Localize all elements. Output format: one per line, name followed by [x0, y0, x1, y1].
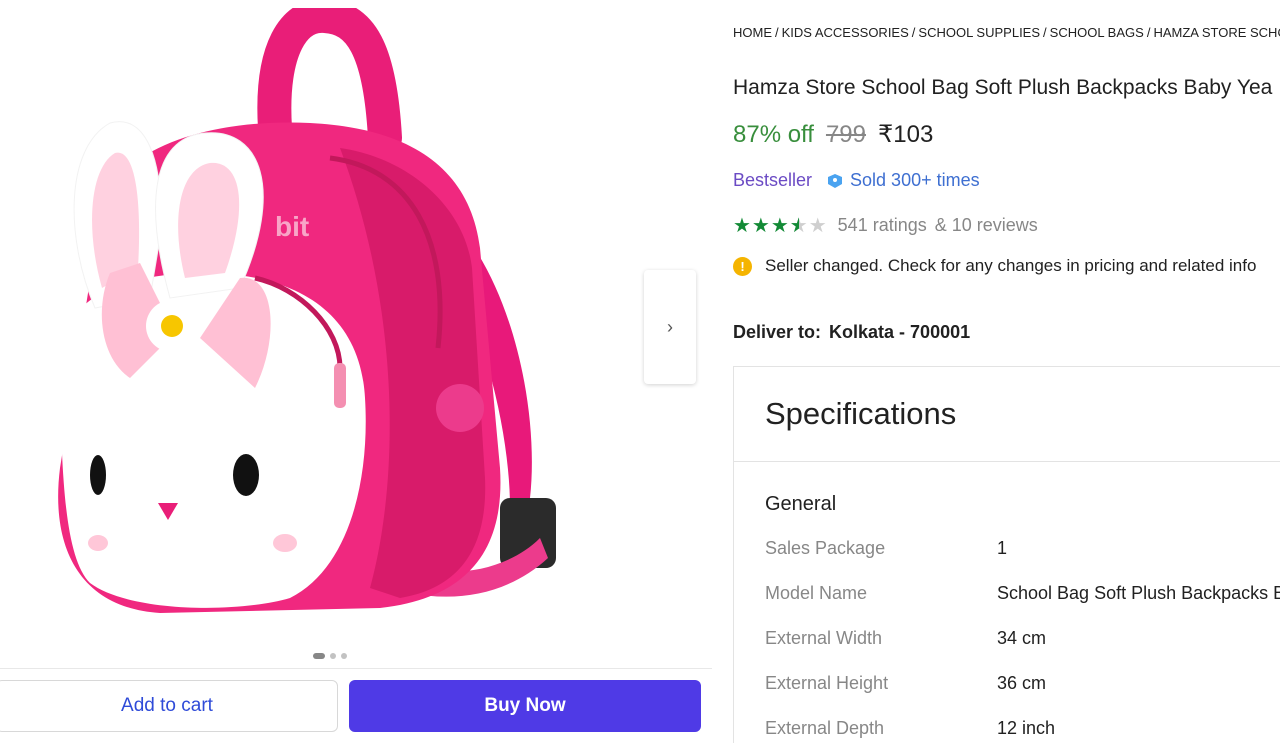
spec-key: Model Name — [765, 583, 868, 603]
deliver-location-value: Kolkata - 700001 — [829, 322, 971, 342]
sold-count-badge: Sold 300+ times — [826, 170, 980, 191]
spec-key: External Height — [765, 673, 889, 693]
svg-text:bit: bit — [275, 211, 309, 242]
spec-row: External Height 36 cm — [765, 673, 1046, 694]
spec-row: Model Name School Bag Soft Plush Backpac… — [765, 583, 1280, 604]
ratings-count: 541 ratings — [837, 215, 927, 235]
spec-value: 1 — [997, 538, 1008, 558]
breadcrumb-hamza-store[interactable]: HAMZA STORE SCHO — [1153, 25, 1280, 40]
spec-section-general: General — [765, 493, 837, 515]
gallery-dots — [313, 653, 347, 659]
info-icon: ! — [733, 256, 752, 276]
add-to-cart-button[interactable]: Add to cart — [0, 680, 338, 732]
spec-value: School Bag Soft Plush Backpacks Ba — [997, 583, 1280, 603]
gallery-dot[interactable] — [330, 653, 336, 659]
gallery-dot[interactable] — [341, 653, 347, 659]
product-gallery: bit › Add to cart Buy Now — [0, 0, 712, 743]
chevron-right-icon: › — [667, 316, 673, 337]
bestseller-badge: Bestseller — [733, 170, 813, 190]
rating-row[interactable]: ★★★★★★ 541 ratings & 10 reviews — [733, 213, 1038, 238]
seller-notice-text: Seller changed. Check for any changes in… — [765, 256, 1257, 275]
original-price: 799 — [825, 121, 866, 148]
sold-count-label: Sold 300+ times — [850, 170, 980, 190]
spec-key: External Depth — [765, 718, 885, 738]
current-price: ₹103 — [878, 121, 934, 148]
spec-row: External Depth 12 inch — [765, 718, 1055, 739]
spec-value: 36 cm — [997, 673, 1047, 693]
spec-value: 34 cm — [997, 628, 1047, 648]
spec-key: External Width — [765, 628, 883, 648]
badges-row: Bestseller Sold 300+ times — [733, 170, 980, 191]
breadcrumb-kids-accessories[interactable]: KIDS ACCESSORIES — [782, 25, 909, 40]
next-image-button[interactable]: › — [644, 270, 696, 384]
discount-label: 87% off — [733, 121, 814, 148]
breadcrumb-school-supplies[interactable]: SCHOOL SUPPLIES — [918, 25, 1040, 40]
tag-icon — [828, 173, 843, 188]
specifications-title: Specifications — [734, 367, 1280, 462]
price-row: 87% off 799 ₹103 — [733, 120, 933, 149]
breadcrumb-home[interactable]: HOME — [733, 25, 772, 40]
breadcrumb: HOME / KIDS ACCESSORIES / SCHOOL SUPPLIES / SC… — [733, 25, 1280, 40]
deliver-label: Deliver to: — [733, 322, 822, 342]
product-title: Hamza Store School Bag Soft Plush Backpa… — [733, 76, 1273, 99]
gallery-dot[interactable] — [313, 653, 325, 659]
breadcrumb-school-bags[interactable]: SCHOOL BAGS — [1050, 25, 1144, 40]
spec-value: 12 inch — [997, 718, 1056, 738]
star-rating: ★★★★★★ — [733, 215, 828, 237]
delivery-location[interactable]: Deliver to: Kolkata - 700001 — [733, 322, 970, 343]
buy-now-button[interactable]: Buy Now — [349, 680, 701, 732]
spec-row: Sales Package 1 — [765, 538, 1007, 559]
divider — [0, 668, 712, 669]
spec-row: External Width 34 cm — [765, 628, 1046, 649]
reviews-count: & 10 reviews — [934, 215, 1038, 235]
specifications-card: Specifications General Sales Package 1 M… — [733, 366, 1280, 743]
product-image[interactable]: bit — [40, 8, 630, 638]
spec-key: Sales Package — [765, 538, 886, 558]
seller-notice: ! Seller changed. Check for any changes … — [733, 256, 1256, 276]
product-details: HOME / KIDS ACCESSORIES / SCHOOL SUPPLIES / SC… — [733, 0, 1280, 743]
